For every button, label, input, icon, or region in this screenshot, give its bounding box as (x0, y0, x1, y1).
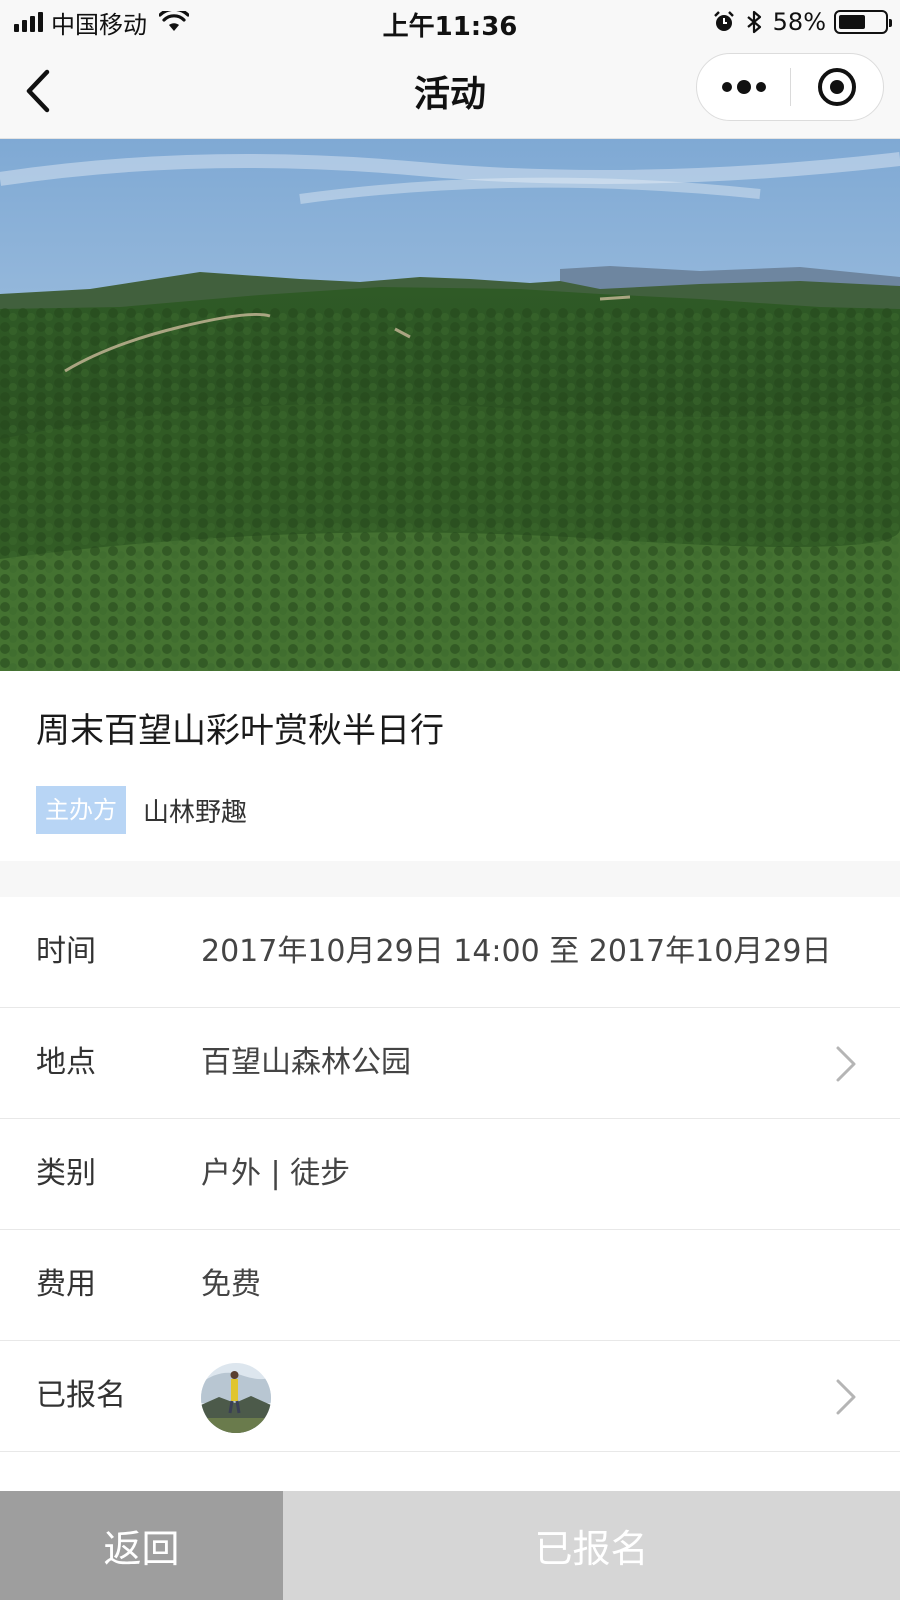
nav-bar: 活动 (0, 45, 900, 139)
row-value: 免费 (201, 1267, 261, 1302)
event-details: 时间 2017年10月29日 14:00 至 2017年10月29日 地点 百望… (0, 897, 900, 1452)
bottom-action-bar: 返回 已报名 (0, 1491, 900, 1600)
location-row[interactable]: 地点 百望山森林公园 (0, 1008, 900, 1119)
alarm-icon (713, 11, 734, 31)
status-bar: 中国移动 上午11:36 58% (0, 0, 900, 45)
fee-row: 费用 免费 (0, 1230, 900, 1341)
more-dots-icon (721, 82, 732, 92)
row-label: 费用 (36, 1267, 96, 1302)
chevron-right-icon (836, 1046, 856, 1082)
row-value: 户外 | 徒步 (201, 1156, 351, 1191)
more-button[interactable] (697, 54, 790, 120)
event-info: 周末百望山彩叶赏秋半日行 主办方 山林野趣 (0, 671, 900, 861)
battery-percent: 58% (772, 8, 826, 36)
organizer-name[interactable]: 山林野趣 (143, 792, 247, 829)
mini-program-capsule (696, 53, 884, 121)
registered-row[interactable]: 已报名 (0, 1341, 900, 1452)
close-target-icon (818, 68, 856, 106)
row-label: 地点 (36, 1045, 96, 1080)
avatar[interactable] (201, 1363, 271, 1433)
registered-button[interactable]: 已报名 (283, 1491, 900, 1600)
chevron-right-icon (836, 1379, 856, 1415)
category-row: 类别 户外 | 徒步 (0, 1119, 900, 1230)
battery-fill (839, 15, 865, 29)
organizer: 主办方 山林野趣 (36, 786, 247, 834)
row-label: 已报名 (36, 1378, 126, 1413)
mountain-forest-photo (0, 139, 900, 671)
return-button[interactable]: 返回 (0, 1491, 283, 1600)
row-value: 百望山森林公园 (201, 1045, 411, 1080)
row-value: 2017年10月29日 14:00 至 2017年10月29日 (201, 934, 832, 969)
more-dot-center (736, 80, 751, 94)
status-right: 58% (713, 8, 892, 36)
time-row: 时间 2017年10月29日 14:00 至 2017年10月29日 (0, 897, 900, 1008)
row-label: 类别 (36, 1156, 96, 1191)
bluetooth-icon (746, 10, 761, 34)
battery-icon (834, 10, 892, 34)
more-dot-right (755, 82, 766, 92)
close-button[interactable] (791, 54, 883, 120)
event-cover-image (0, 139, 900, 671)
event-title: 周末百望山彩叶赏秋半日行 (36, 711, 444, 751)
avatar-photo (201, 1363, 271, 1433)
section-divider (0, 861, 900, 897)
organizer-tag: 主办方 (36, 786, 126, 834)
row-label: 时间 (36, 934, 96, 969)
